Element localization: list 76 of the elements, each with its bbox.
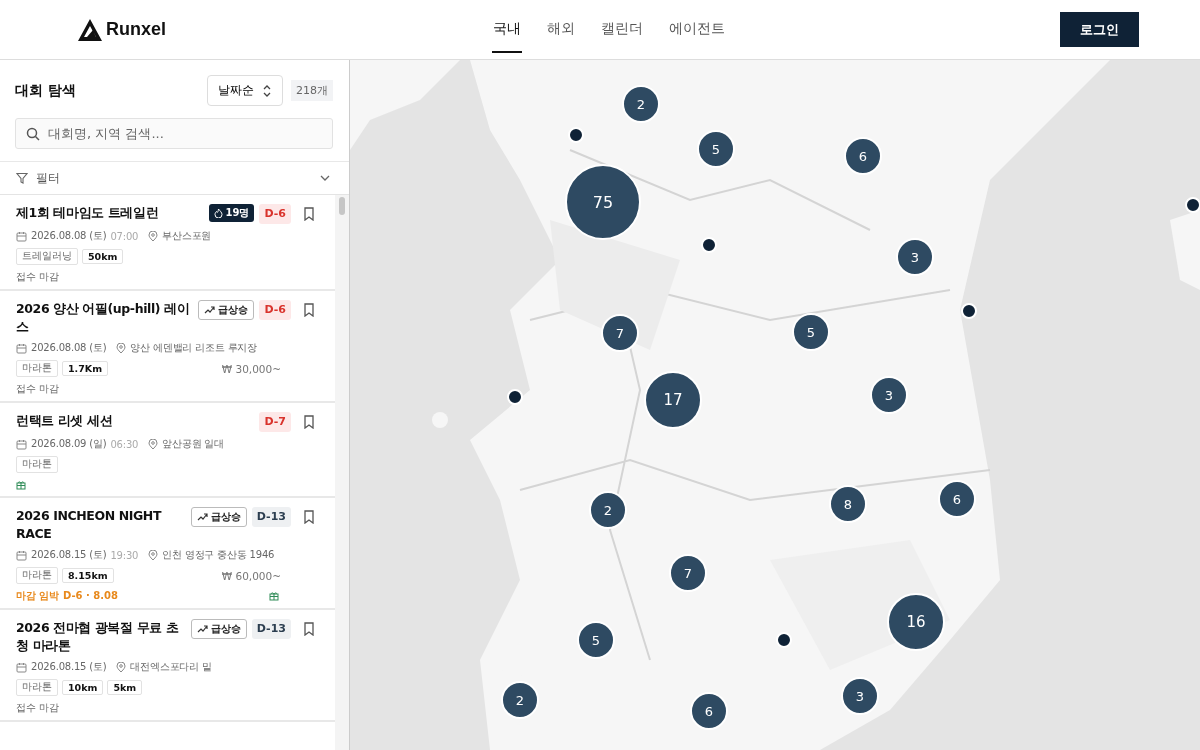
event-date: 2026.08.15 (토) xyxy=(31,548,107,562)
event-date: 2026.08.08 (토) xyxy=(31,229,107,243)
location-pin-icon xyxy=(148,549,159,561)
sort-dropdown[interactable]: 날짜순 xyxy=(207,75,283,106)
tag-chip: 8.15km xyxy=(62,568,114,583)
location-pin-icon xyxy=(116,661,127,673)
logo[interactable]: Runxel xyxy=(77,17,166,42)
tag-chip: 마라톤 xyxy=(16,360,58,377)
event-place: 부산스포원 xyxy=(162,229,212,243)
participants-badge: 19명 xyxy=(208,204,255,222)
nav-tab[interactable]: 해외 xyxy=(546,7,576,53)
dday-badge: D-6 xyxy=(259,300,291,320)
calendar-icon xyxy=(16,438,27,450)
event-title: 런택트 리셋 세션 xyxy=(16,412,114,430)
search-icon xyxy=(26,127,40,141)
bookmark-icon[interactable] xyxy=(303,415,315,429)
nav-tab[interactable]: 국내 xyxy=(492,7,522,53)
bookmark-icon[interactable] xyxy=(303,622,315,636)
logo-text: Runxel xyxy=(106,19,166,40)
filter-icon xyxy=(16,172,28,184)
calendar-icon xyxy=(16,230,27,242)
tag-chip: 마라톤 xyxy=(16,679,58,696)
tag-chip: 5km xyxy=(107,680,143,695)
status-text: 접수 마감 xyxy=(16,270,60,284)
event-place: 양산 에덴밸리 리조트 루지장 xyxy=(130,341,257,355)
trending-badge: 급상승 xyxy=(190,507,247,527)
event-place: 인천 영정구 중산동 1946 xyxy=(162,548,275,562)
event-time: 06:30 xyxy=(110,438,139,450)
event-time: 07:00 xyxy=(110,230,139,242)
tag-chip: 마라톤 xyxy=(16,456,58,473)
panel-title: 대회 탐색 xyxy=(15,81,76,100)
tag-chip: 50km xyxy=(82,249,124,264)
event-price: ₩ 30,000~ xyxy=(221,362,281,375)
tag-chip: 마라톤 xyxy=(16,567,58,584)
event-title: 2026 양산 어필(up-hill) 레이스 xyxy=(16,300,191,336)
bookmark-icon[interactable] xyxy=(303,510,315,524)
location-pin-icon xyxy=(148,438,159,450)
event-title: 제1회 테마임도 트레일런 xyxy=(16,204,160,222)
dday-badge: D-7 xyxy=(259,412,291,432)
calendar-icon xyxy=(16,661,27,673)
trending-badge: 급상승 xyxy=(190,619,247,639)
event-date: 2026.08.08 (토) xyxy=(31,341,107,355)
event-title: 2026 전마협 광복절 무료 초청 마라톤 xyxy=(16,619,180,655)
event-date: 2026.08.15 (토) xyxy=(31,660,107,674)
status-text: 접수 마감 xyxy=(16,701,60,715)
bookmark-icon[interactable] xyxy=(303,207,315,221)
event-time: 19:30 xyxy=(110,549,139,561)
location-pin-icon xyxy=(148,230,159,242)
bookmark-icon[interactable] xyxy=(303,303,315,317)
location-pin-icon xyxy=(116,342,127,354)
event-place: 대전엑스포다리 밑 xyxy=(130,660,212,674)
login-button[interactable]: 로그인 xyxy=(1060,12,1139,47)
result-count: 218개 xyxy=(291,80,333,101)
event-place: 앞산공원 일대 xyxy=(162,437,225,451)
calendar-icon xyxy=(16,549,27,561)
dday-badge: D-13 xyxy=(251,507,291,527)
filter-toggle[interactable]: 필터 xyxy=(0,162,349,195)
scrollbar[interactable] xyxy=(335,195,349,750)
tag-chip: 트레일러닝 xyxy=(16,248,78,265)
trending-badge: 급상승 xyxy=(198,300,255,320)
tag-chip: 10km xyxy=(62,680,104,695)
event-date: 2026.08.09 (일) xyxy=(31,437,107,451)
status-text: 마감 임박 D-6 · 8.08 xyxy=(16,589,118,603)
event-price: ₩ 60,000~ xyxy=(221,569,281,582)
dday-badge: D-6 xyxy=(259,204,291,224)
calendar-icon xyxy=(16,342,27,354)
event-title: 2026 INCHEON NIGHT RACE xyxy=(16,507,163,543)
dday-badge: D-13 xyxy=(251,619,291,639)
tag-chip: 1.7Km xyxy=(62,361,109,376)
status-text: 접수 마감 xyxy=(16,382,60,396)
sort-icon xyxy=(262,84,272,97)
search-field[interactable]: 대회명, 지역 검색... xyxy=(15,118,333,149)
nav-tab[interactable]: 에이전트 xyxy=(668,7,726,53)
logo-icon xyxy=(77,17,103,42)
event-card[interactable]: 제1회 테마임도 트레일런 19명 D-6 2026.08.08 (토) 07:00 부산스포원 트레일러닝 50km 접수 마감 xyxy=(0,195,335,291)
nav-tab[interactable]: 캘린더 xyxy=(600,7,644,53)
